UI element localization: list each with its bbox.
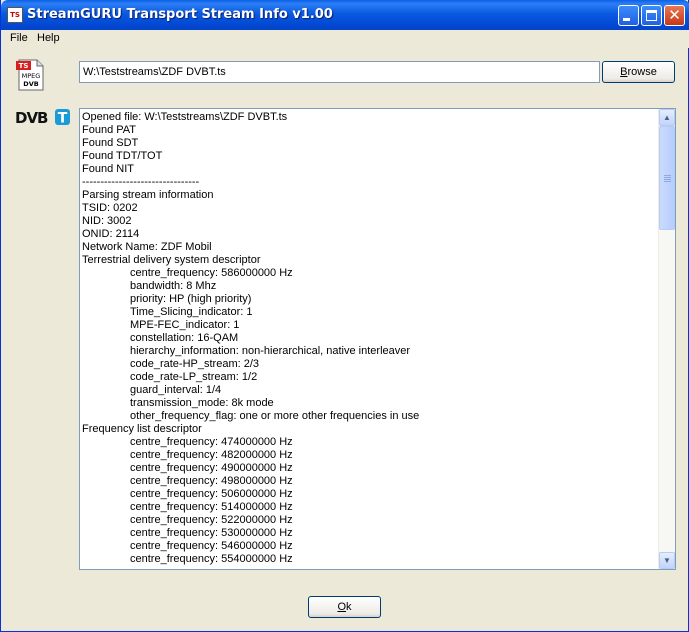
ts-badge-text: TS	[19, 62, 29, 70]
log-line: centre_frequency: 546000000 Hz	[130, 540, 293, 552]
log-line: centre_frequency: 474000000 Hz	[130, 436, 293, 448]
log-line: Parsing stream information	[82, 189, 214, 201]
log-line: centre_frequency: 586000000 Hz	[130, 267, 293, 279]
browse-button[interactable]: Browse	[602, 61, 675, 83]
log-line: Time_Slicing_indicator: 1	[130, 306, 253, 318]
minimize-icon	[623, 18, 630, 21]
menu-file[interactable]: File	[10, 32, 28, 44]
window-title: StreamGURU Transport Stream Info v1.00	[27, 7, 333, 22]
app-icon: TS	[7, 7, 23, 23]
scroll-down-button[interactable]: ▼	[659, 552, 675, 569]
log-line: Terrestrial delivery system descriptor	[82, 254, 261, 266]
main-window: TS StreamGURU Transport Stream Info v1.0…	[0, 0, 689, 632]
mpeg-text: MPEG	[22, 72, 41, 80]
log-line: Opened file: W:\Teststreams\ZDF DVBT.ts	[82, 111, 288, 123]
log-line: ONID: 2114	[82, 228, 140, 240]
log-line: Found NIT	[82, 163, 134, 175]
log-line: TSID: 0202	[82, 202, 138, 214]
log-line: MPE-FEC_indicator: 1	[130, 319, 240, 331]
log-line: centre_frequency: 490000000 Hz	[130, 462, 293, 474]
log-line: NID: 3002	[82, 215, 132, 227]
file-path-input[interactable]	[79, 61, 600, 83]
log-line: other_frequency_flag: one or more other …	[130, 410, 420, 422]
t-logo-text: T	[58, 111, 68, 127]
log-line: hierarchy_information: non-hierarchical,…	[130, 345, 411, 357]
log-line: centre_frequency: 482000000 Hz	[130, 449, 293, 461]
dvbt-logo: DVB T	[15, 109, 70, 127]
log-line: --------------------------------	[82, 176, 200, 188]
ts-file-icon: TS MPEG DVB	[16, 59, 44, 91]
log-line: centre_frequency: 514000000 Hz	[130, 501, 293, 513]
log-line: bandwidth: 8 Mhz	[130, 280, 217, 292]
scroll-thumb[interactable]	[659, 126, 675, 230]
log-line: centre_frequency: 522000000 Hz	[130, 514, 293, 526]
log-line: code_rate-LP_stream: 1/2	[130, 371, 258, 383]
log-line: Found TDT/TOT	[82, 150, 163, 162]
dvb-logo-text: DVB	[15, 109, 48, 126]
menu-help[interactable]: Help	[37, 32, 60, 44]
dvb-text: DVB	[23, 80, 38, 88]
close-icon: ✕	[668, 6, 681, 24]
minimize-button[interactable]	[618, 5, 639, 26]
log-line: centre_frequency: 530000000 Hz	[130, 527, 293, 539]
ok-button[interactable]: Ok	[308, 596, 381, 618]
maximize-icon	[646, 10, 657, 21]
log-line: code_rate-HP_stream: 2/3	[130, 358, 260, 370]
stream-info-log[interactable]: Opened file: W:\Teststreams\ZDF DVBT.ts F…	[79, 108, 676, 570]
log-line: guard_interval: 1/4	[130, 384, 222, 396]
title-bar[interactable]: TS StreamGURU Transport Stream Info v1.0…	[1, 0, 689, 30]
maximize-button[interactable]	[641, 5, 662, 26]
log-line: priority: HP (high priority)	[130, 293, 252, 305]
log-line: transmission_mode: 8k mode	[130, 397, 274, 409]
vertical-scrollbar[interactable]: ▲ ▼	[658, 109, 675, 569]
log-line: constellation: 16-QAM	[130, 332, 239, 344]
log-line: centre_frequency: 506000000 Hz	[130, 488, 293, 500]
close-button[interactable]: ✕	[664, 5, 685, 26]
log-line: Network Name: ZDF Mobil	[82, 241, 212, 253]
log-content: Opened file: W:\Teststreams\ZDF DVBT.ts F…	[82, 111, 658, 566]
scroll-up-button[interactable]: ▲	[659, 109, 675, 126]
log-line: Found SDT	[82, 137, 139, 149]
log-line: centre_frequency: 498000000 Hz	[130, 475, 293, 487]
log-line: Frequency list descriptor	[82, 423, 202, 435]
log-line: centre_frequency: 554000000 Hz	[130, 553, 293, 565]
menu-bar: File Help	[1, 30, 689, 48]
log-line: Found PAT	[82, 124, 137, 136]
